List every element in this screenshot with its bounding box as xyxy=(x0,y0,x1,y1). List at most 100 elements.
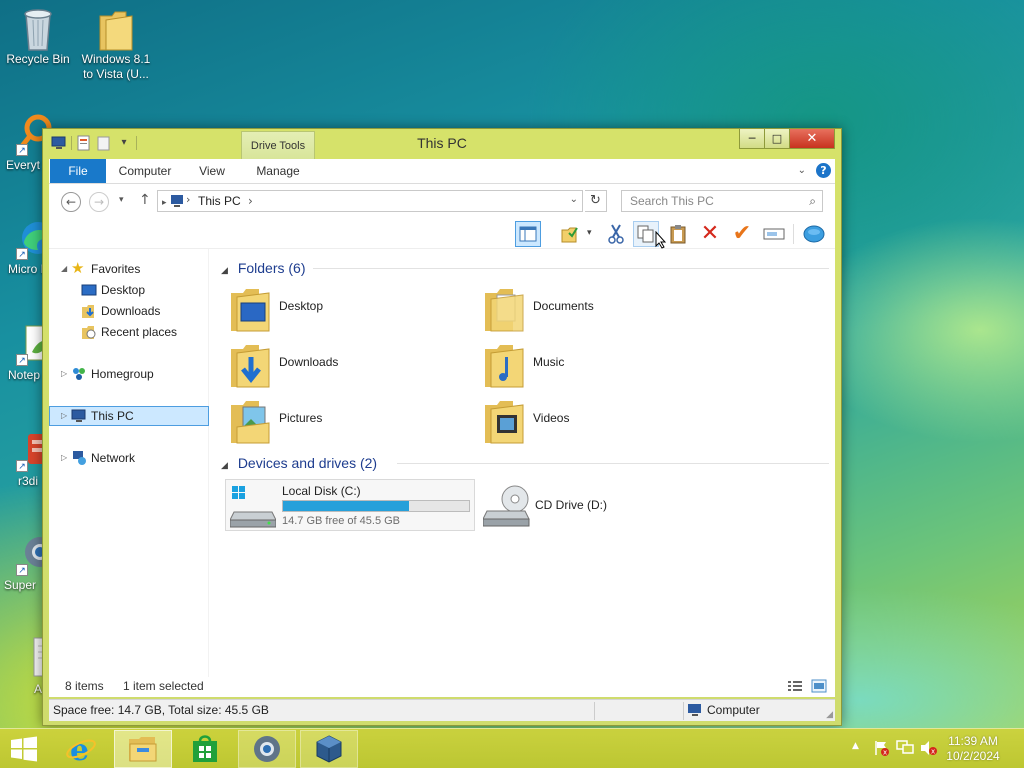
nav-item-favorites[interactable]: ◢ ★ Favorites xyxy=(49,259,209,279)
collapse-group-icon[interactable]: ◢ xyxy=(221,265,228,275)
folder-music[interactable]: Music xyxy=(477,339,727,391)
up-arrow-icon[interactable]: ↑ xyxy=(139,192,151,208)
paste-button[interactable] xyxy=(665,221,691,247)
drive-usage-fill xyxy=(283,501,409,511)
delete-x-icon: ✕ xyxy=(700,221,720,246)
desktop-icon-windows-theme-folder[interactable]: Windows 8.1 to Vista (U... xyxy=(78,6,154,82)
collapse-group-icon[interactable]: ◢ xyxy=(221,460,228,470)
folder-desktop[interactable]: Desktop xyxy=(223,283,473,335)
hard-drive-icon xyxy=(230,486,276,528)
recent-places-icon xyxy=(81,324,97,340)
refresh-button[interactable]: ↻ xyxy=(585,190,607,212)
group-title: Devices and drives (2) xyxy=(237,455,378,471)
tab-computer[interactable]: Computer xyxy=(109,159,181,183)
folder-videos[interactable]: Videos xyxy=(477,395,727,447)
address-input[interactable]: ▸ › This PC › ⌄ xyxy=(157,190,583,212)
desktop-icon-recycle-bin[interactable]: Recycle Bin xyxy=(0,6,76,67)
nav-label: Downloads xyxy=(101,304,161,318)
drive-local-disk-c[interactable]: Local Disk (C:) 14.7 GB free of 45.5 GB xyxy=(225,479,475,531)
breadcrumb-separator: › xyxy=(248,194,253,208)
taskbar-browser[interactable] xyxy=(238,730,296,768)
properties-dropdown-icon[interactable]: ▾ xyxy=(587,228,592,238)
drive-name: Local Disk (C:) xyxy=(282,484,361,498)
windows-logo-icon xyxy=(11,736,37,762)
cd-drive-icon xyxy=(483,485,530,527)
nav-item-desktop[interactable]: Desktop xyxy=(49,280,209,300)
network-button[interactable] xyxy=(801,221,827,247)
nav-item-recent-places[interactable]: Recent places xyxy=(49,322,209,342)
check-button[interactable]: ✔ xyxy=(729,221,755,247)
tab-manage[interactable]: Manage xyxy=(244,159,312,183)
maximize-button[interactable]: □ xyxy=(764,129,790,149)
tab-file[interactable]: File xyxy=(50,159,106,183)
folder-icon xyxy=(96,6,136,51)
nav-label: Recent places xyxy=(101,325,178,339)
start-button[interactable] xyxy=(0,730,48,768)
title-bar[interactable]: ▾ Drive Tools This PC ─ □ ✕ xyxy=(43,129,841,159)
search-icon: ⌕ xyxy=(809,194,816,208)
explorer-window[interactable]: ▾ Drive Tools This PC ─ □ ✕ File Compute… xyxy=(42,128,842,726)
rename-button[interactable] xyxy=(761,221,787,247)
group-header-folders[interactable]: ◢ Folders (6) xyxy=(221,257,829,279)
forward-button[interactable]: → xyxy=(89,192,109,212)
delete-button[interactable]: ✕ xyxy=(697,221,723,247)
taskbar-file-explorer[interactable] xyxy=(114,730,172,768)
network-status-icon[interactable] xyxy=(896,740,914,759)
address-bar-row: ← → ▾ ↑ ▸ › This PC › ⌄ ↻ Search This PC… xyxy=(49,183,835,219)
status-separator xyxy=(683,702,684,720)
nav-item-this-pc[interactable]: ▷ This PC xyxy=(49,406,209,426)
status-bar: Space free: 14.7 GB, Total size: 45.5 GB… xyxy=(49,699,835,721)
rename-icon xyxy=(763,228,785,240)
taskbar-clock[interactable]: 11:39 AM 10/2/2024 xyxy=(938,734,1008,764)
volume-muted-icon[interactable]: x xyxy=(920,740,938,759)
nav-item-network[interactable]: ▷ Network xyxy=(49,448,209,468)
expand-ribbon-icon[interactable]: ⌄ xyxy=(798,165,806,176)
collapsed-arrow-icon[interactable]: ▷ xyxy=(61,448,67,468)
properties-button[interactable] xyxy=(557,221,583,247)
details-view-icon[interactable] xyxy=(787,679,803,696)
collapsed-arrow-icon[interactable]: ▷ xyxy=(61,364,67,384)
back-button[interactable]: ← xyxy=(61,192,81,212)
desktop-icon-label: Windows 8.1 to Vista (U... xyxy=(81,52,151,81)
group-divider xyxy=(397,463,829,464)
copy-icon xyxy=(637,225,654,243)
large-icons-view-icon[interactable] xyxy=(811,679,827,696)
show-hidden-icons-icon[interactable]: ▲ xyxy=(852,741,859,751)
breadcrumb-this-pc[interactable]: This PC xyxy=(198,194,241,208)
group-header-devices[interactable]: ◢ Devices and drives (2) xyxy=(221,452,829,474)
folder-documents[interactable]: Documents xyxy=(477,283,727,335)
ribbon-tabs: File Computer View Manage ⌄ ? xyxy=(49,159,835,183)
nav-item-downloads[interactable]: Downloads xyxy=(49,301,209,321)
minimize-button[interactable]: ─ xyxy=(739,129,765,149)
ribbon-controls: ⌄ ? xyxy=(798,163,831,178)
tab-view[interactable]: View xyxy=(187,159,237,183)
collapsed-arrow-icon[interactable]: ▷ xyxy=(61,406,67,426)
folder-name: Videos xyxy=(533,411,570,425)
address-dropdown-icon[interactable]: ⌄ xyxy=(570,194,578,205)
drive-cd-d[interactable]: CD Drive (D:) xyxy=(479,479,729,531)
resize-grip-icon[interactable]: ◢ xyxy=(826,709,833,720)
scissors-icon xyxy=(608,224,624,244)
cut-button[interactable] xyxy=(603,221,629,247)
navigation-pane[interactable]: ◢ ★ Favorites Desktop Downloads Recent p… xyxy=(49,249,209,697)
folder-downloads[interactable]: Downloads xyxy=(223,339,473,391)
recent-locations-icon[interactable]: ▾ xyxy=(119,195,124,205)
close-button[interactable]: ✕ xyxy=(789,129,835,149)
browser-icon xyxy=(254,736,280,762)
search-input[interactable]: Search This PC ⌕ xyxy=(621,190,823,212)
clipboard-icon xyxy=(670,225,686,244)
nav-item-homegroup[interactable]: ▷ Homegroup xyxy=(49,364,209,384)
action-center-icon[interactable]: x xyxy=(874,740,890,759)
taskbar-virtualbox[interactable] xyxy=(300,730,358,768)
preview-pane-button[interactable] xyxy=(515,221,541,247)
help-icon[interactable]: ? xyxy=(816,163,831,178)
network-icon xyxy=(71,450,87,466)
expanded-arrow-icon[interactable]: ◢ xyxy=(61,259,67,279)
svg-text:x: x xyxy=(883,749,887,757)
downloads-icon xyxy=(81,303,97,319)
taskbar-store[interactable] xyxy=(176,730,234,768)
folder-pictures[interactable]: Pictures xyxy=(223,395,473,447)
items-view[interactable]: ◢ Folders (6) Desktop Documents Download… xyxy=(215,249,835,697)
toolbar-separator xyxy=(793,224,794,244)
taskbar-internet-explorer[interactable]: e xyxy=(52,730,110,768)
